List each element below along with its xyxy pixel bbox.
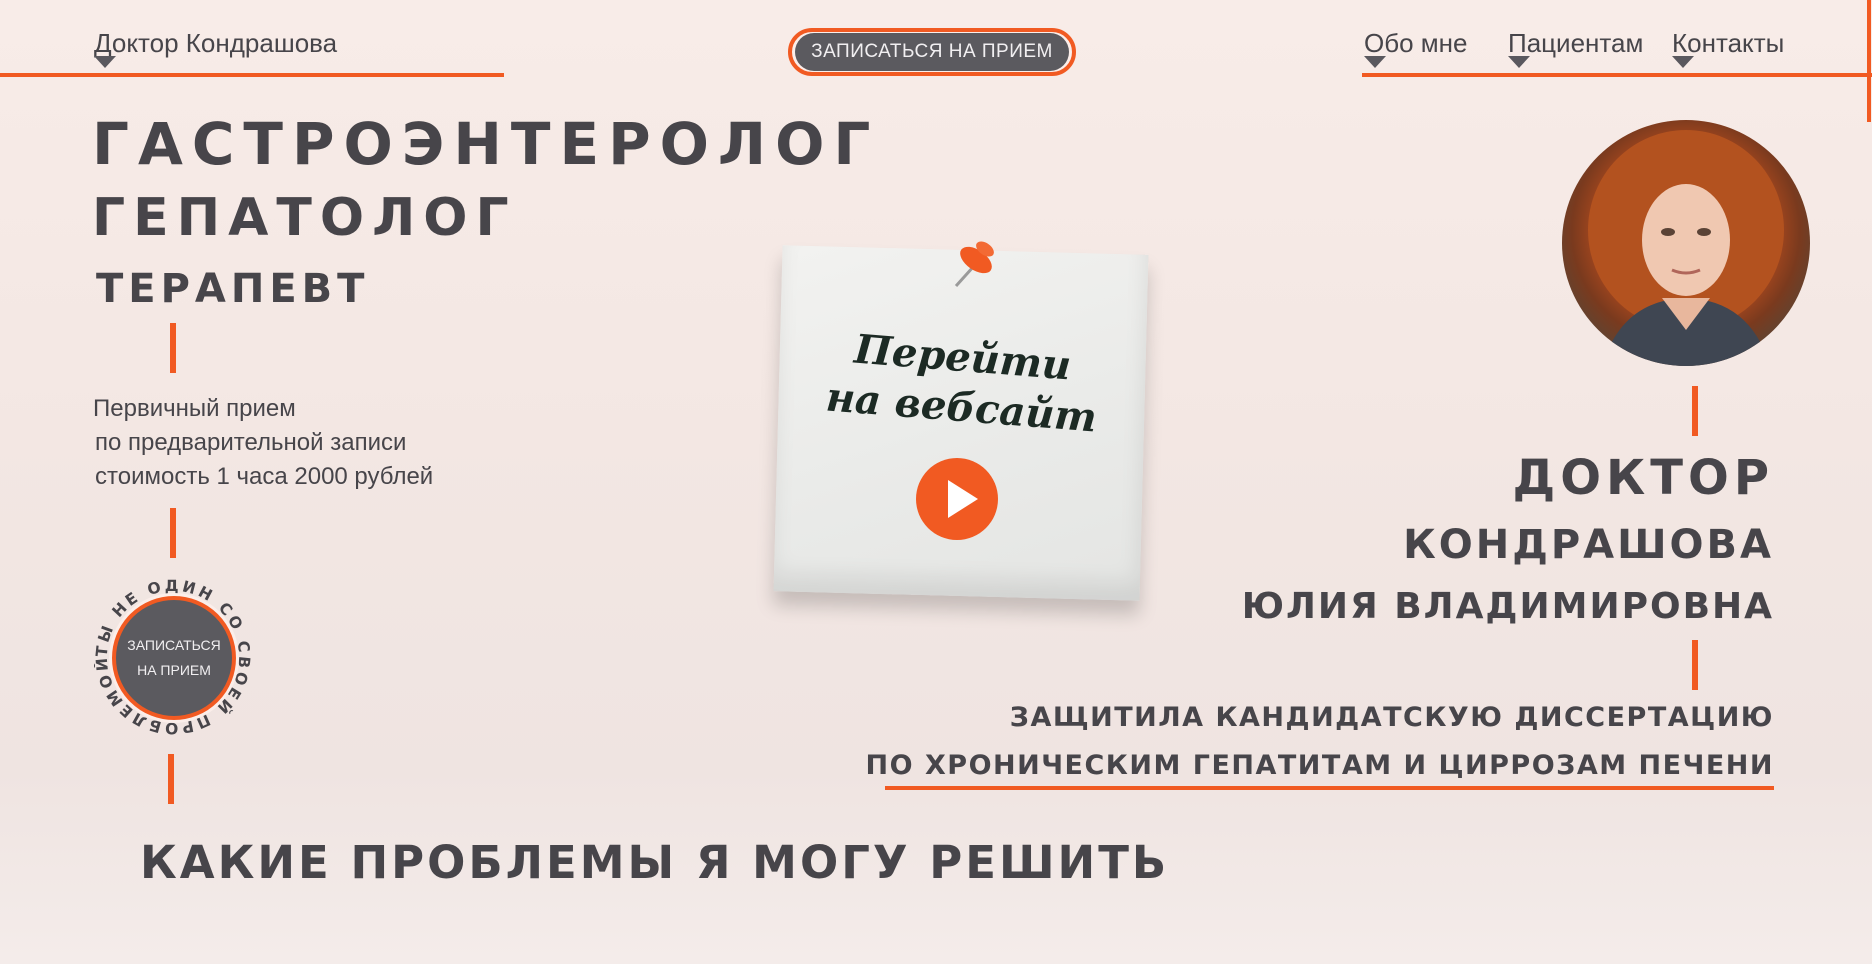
credential-line1: ЗАЩИТИЛА КАНДИДАТСКУЮ ДИССЕРТАЦИЮ xyxy=(1009,702,1774,733)
play-icon[interactable] xyxy=(916,458,998,540)
nav-contacts[interactable]: Контакты xyxy=(1672,28,1784,59)
divider-tick xyxy=(168,754,174,804)
specialty-gastroenterologist: ГАСТРОЭНТЕРОЛОГ xyxy=(92,110,880,178)
book-appointment-stamp[interactable]: ТЫ НЕ ОДИН СО СВОЕЙ ПРОБЛЕМОЙ • ЗАПИСАТЬ… xyxy=(94,578,252,736)
stamp-button-line2: НА ПРИЕМ xyxy=(137,662,211,678)
pushpin-icon xyxy=(954,241,994,288)
nav-patients[interactable]: Пациентам xyxy=(1508,28,1643,59)
appointment-info-line3: стоимость 1 часа 2000 рублей xyxy=(95,463,434,490)
doctor-avatar xyxy=(1562,120,1810,366)
caret-down-icon xyxy=(94,56,116,68)
divider-tick xyxy=(1692,386,1698,436)
stamp-button[interactable]: ЗАПИСАТЬСЯ НА ПРИЕМ xyxy=(112,596,236,720)
book-appointment-button[interactable]: ЗАПИСАТЬСЯ НА ПРИЕМ xyxy=(788,28,1076,76)
credential-line2: ПО ХРОНИЧЕСКИМ ГЕПАТИТАМ И ЦИРРОЗАМ ПЕЧЕ… xyxy=(865,750,1774,781)
appointment-info: Первичный прием по предварительной запис… xyxy=(93,392,433,494)
section-title: КАКИЕ ПРОБЛЕМЫ Я МОГУ РЕШИТЬ xyxy=(140,836,1170,889)
book-appointment-label: ЗАПИСАТЬСЯ НА ПРИЕМ xyxy=(795,33,1069,71)
doctor-title: ДОКТОР xyxy=(1512,450,1774,506)
header-underline-left xyxy=(0,73,504,77)
brand-link[interactable]: Доктор Кондрашова xyxy=(94,28,337,59)
appointment-info-line2: по предварительной записи xyxy=(95,429,407,456)
stamp-button-line1: ЗАПИСАТЬСЯ xyxy=(127,637,221,653)
credential-underline xyxy=(885,786,1774,790)
appointment-info-line1: Первичный прием xyxy=(93,395,296,422)
caret-down-icon xyxy=(1672,56,1694,68)
specialty-therapist: ТЕРАПЕВТ xyxy=(96,266,370,312)
doctor-portrait-image xyxy=(1588,130,1784,366)
header-underline-right xyxy=(1362,73,1872,77)
nav-about[interactable]: Обо мне xyxy=(1364,28,1468,59)
doctor-name: ЮЛИЯ ВЛАДИМИРОВНА xyxy=(1241,586,1774,627)
specialty-hepatologist: ГЕПАТОЛОГ xyxy=(92,188,517,248)
divider-tick xyxy=(170,323,176,373)
doctor-surname: КОНДРАШОВА xyxy=(1403,522,1774,568)
scrollbar-thumb[interactable] xyxy=(1867,0,1871,122)
caret-down-icon xyxy=(1508,56,1530,68)
divider-tick xyxy=(170,508,176,558)
website-sticky-note[interactable]: Перейти на вебсайт xyxy=(773,245,1149,601)
divider-tick xyxy=(1692,640,1698,690)
caret-down-icon xyxy=(1364,56,1386,68)
